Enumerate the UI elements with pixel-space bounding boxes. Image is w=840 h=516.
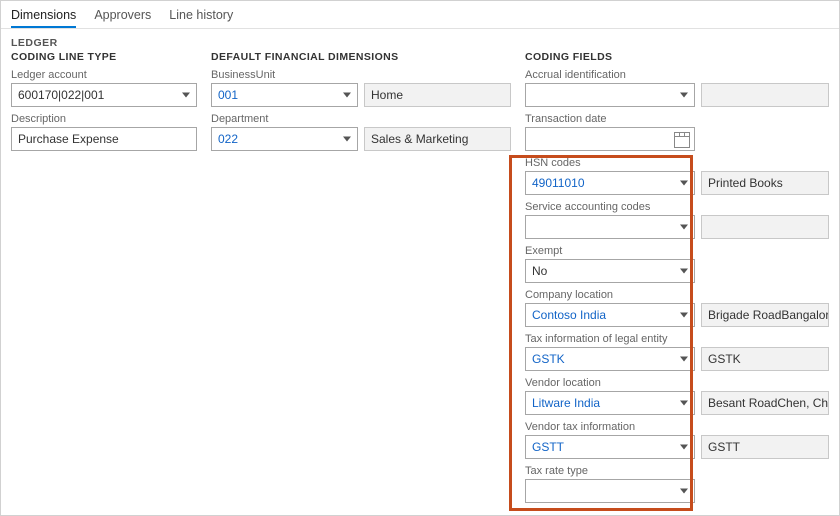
tab-approvers[interactable]: Approvers: [94, 5, 151, 28]
tax-legal-entity-display: GSTK: [701, 347, 829, 371]
sac-label: Service accounting codes: [525, 201, 829, 213]
tax-legal-entity-label: Tax information of legal entity: [525, 333, 829, 345]
company-location-display: Brigade RoadBangalore, Bangal...: [701, 303, 829, 327]
tab-dimensions[interactable]: Dimensions: [11, 5, 76, 28]
description-value: Purchase Expense: [18, 132, 119, 146]
hsn-display: Printed Books: [701, 171, 829, 195]
sac-select[interactable]: [525, 215, 695, 239]
exempt-value: No: [532, 264, 547, 278]
transaction-date-label: Transaction date: [525, 113, 829, 125]
tab-line-history[interactable]: Line history: [169, 5, 233, 28]
company-location-select[interactable]: Contoso India: [525, 303, 695, 327]
vendor-tax-info-label: Vendor tax information: [525, 421, 829, 433]
hsn-label: HSN codes: [525, 157, 829, 169]
vendor-location-select[interactable]: Litware India: [525, 391, 695, 415]
description-input[interactable]: Purchase Expense: [11, 127, 197, 151]
sac-display: [701, 215, 829, 239]
ledger-account-value: 600170|022|001: [18, 88, 104, 102]
vendor-tax-info-value: GSTT: [532, 440, 564, 454]
description-label: Description: [11, 113, 197, 125]
company-location-label: Company location: [525, 289, 829, 301]
department-display: Sales & Marketing: [364, 127, 511, 151]
col-default-dimensions: DEFAULT FINANCIAL DIMENSIONS BusinessUni…: [211, 51, 511, 505]
business-unit-select[interactable]: 001: [211, 83, 358, 107]
vendor-location-value: Litware India: [532, 396, 600, 410]
tax-legal-entity-select[interactable]: GSTK: [525, 347, 695, 371]
tab-bar: Dimensions Approvers Line history: [1, 1, 839, 29]
hsn-value: 49011010: [532, 176, 585, 190]
vendor-tax-info-select[interactable]: GSTT: [525, 435, 695, 459]
ledger-account-select[interactable]: 600170|022|001: [11, 83, 197, 107]
col-coding-fields: CODING FIELDS Accrual identification Tra…: [525, 51, 829, 505]
department-value: 022: [218, 132, 238, 146]
accrual-label: Accrual identification: [525, 69, 829, 81]
section-coding-line-type: CODING LINE TYPE: [11, 51, 197, 63]
vendor-location-label: Vendor location: [525, 377, 829, 389]
ledger-heading: LEDGER: [11, 37, 829, 49]
tax-legal-entity-value: GSTK: [532, 352, 565, 366]
exempt-label: Exempt: [525, 245, 829, 257]
section-default-dimensions: DEFAULT FINANCIAL DIMENSIONS: [211, 51, 511, 63]
tax-rate-type-label: Tax rate type: [525, 465, 829, 477]
business-unit-display: Home: [364, 83, 511, 107]
department-select[interactable]: 022: [211, 127, 358, 151]
vendor-tax-info-display: GSTT: [701, 435, 829, 459]
vendor-location-display: Besant RoadChen, Chennai - 60...: [701, 391, 829, 415]
section-coding-fields: CODING FIELDS: [525, 51, 829, 63]
accrual-display: [701, 83, 829, 107]
exempt-select[interactable]: No: [525, 259, 695, 283]
business-unit-label: BusinessUnit: [211, 69, 511, 81]
ledger-account-label: Ledger account: [11, 69, 197, 81]
hsn-select[interactable]: 49011010: [525, 171, 695, 195]
business-unit-value: 001: [218, 88, 238, 102]
transaction-date-input[interactable]: [525, 127, 695, 151]
accrual-select[interactable]: [525, 83, 695, 107]
department-label: Department: [211, 113, 511, 125]
col-coding-line-type: CODING LINE TYPE Ledger account 600170|0…: [11, 51, 197, 505]
company-location-value: Contoso India: [532, 308, 606, 322]
tax-rate-type-select[interactable]: [525, 479, 695, 503]
app-window: Dimensions Approvers Line history LEDGER…: [0, 0, 840, 516]
